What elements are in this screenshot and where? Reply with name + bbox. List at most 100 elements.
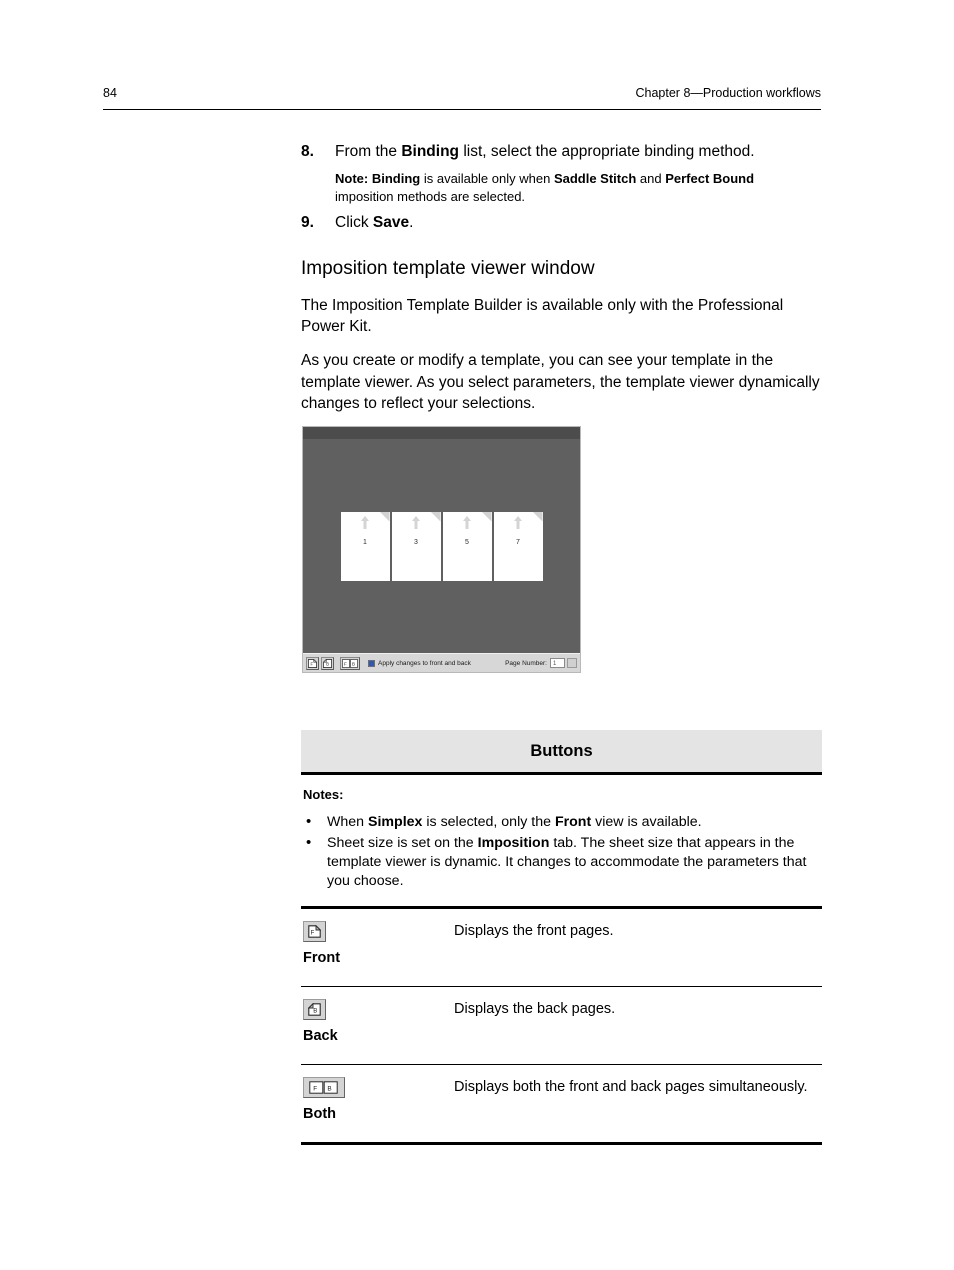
note-1-seg-2: is selected, only the [422,814,555,830]
button-cell: F Front [301,920,454,973]
note-1-seg-1: Simplex [368,814,423,830]
page-fold-corner-icon [379,511,390,522]
running-header: 84 Chapter 8—Production workflows [103,86,821,100]
page-number-control: Page Number: 1 [505,658,577,668]
page-number-input[interactable]: 1 [550,658,565,668]
svg-text:F: F [311,930,315,936]
step-8-seg-2: list, select the appropriate binding met… [459,143,755,160]
note-1-seg-0: When [327,814,369,830]
page-number: 84 [103,86,117,100]
header-divider [103,109,821,111]
step-8-note: Note: Binding is available only when Sad… [335,170,790,205]
step-9-seg-0: Click [335,213,373,231]
table-row: F B Both Displays both the front and bac… [301,1065,822,1145]
front-page-icon: F [308,924,321,938]
note-seg-4: and [636,171,666,187]
page-number-label: Page Number: [505,659,547,667]
button-label: Front [303,949,341,966]
notes-title: Notes: [303,787,344,802]
sheet-page-label: 5 [465,538,469,546]
orientation-up-arrow-icon [412,515,420,529]
svg-text:B: B [352,661,355,666]
apply-to-front-and-back-checkbox[interactable] [368,659,375,667]
button-description: Displays the back pages. [454,1000,616,1017]
body-content: 8. From the Binding list, select the app… [301,142,822,427]
back-button-icon-swatch[interactable]: B [303,998,326,1020]
button-description: Displays both the front and back pages s… [454,1078,808,1095]
sheet-thumbnail: 1 [340,511,390,581]
step-9-text: Click Save. [335,213,822,233]
note-item: When Simplex is selected, only the Front… [303,812,822,832]
note-term-saddle-stitch: Saddle Stitch [553,171,637,187]
back-page-icon: B [308,1002,321,1016]
note-prefix: Note: [335,171,372,187]
buttons-table-notes: Notes: When Simplex is selected, only th… [301,775,822,909]
step-9-seg-2: . [409,213,414,231]
note-item: Sheet size is set on the Imposition tab.… [303,833,822,891]
both-view-button[interactable]: F B [340,656,360,670]
button-cell: B Back [301,998,454,1051]
paragraph-2: As you create or modify a template, you … [301,352,820,412]
step-8: 8. From the Binding list, select the app… [301,142,822,162]
sheet-page-label: 1 [363,538,367,546]
orientation-up-arrow-icon [361,515,369,529]
viewer-canvas: 1 3 5 7 [303,439,580,653]
back-view-button[interactable]: B [321,656,334,670]
svg-text:B: B [326,661,329,666]
page-fold-corner-icon [430,511,441,522]
svg-text:F: F [313,1085,317,1092]
back-page-icon: B [323,658,332,668]
note-2-seg-1: Imposition [477,834,550,851]
front-page-icon: F [308,658,317,668]
both-button-icon-swatch[interactable]: F B [303,1076,345,1098]
note-2-seg-0: Sheet size is set on the [327,834,478,851]
sheet-thumbnail: 3 [391,511,441,581]
step-9-seg-1: Save [372,213,410,231]
front-button-icon-swatch[interactable]: F [303,920,326,942]
chapter-title: Chapter 8—Production workflows [635,86,822,100]
viewer-topbar [303,427,580,439]
viewer-toolbar: F B F B Apply changes to front and back … [303,653,580,672]
both-pages-icon: F B [342,658,358,668]
note-seg-2: is available only when [420,171,554,187]
section-heading: Imposition template viewer window [301,258,595,279]
paragraph-1: The Imposition Template Builder is avail… [301,296,784,336]
note-1-seg-3: Front [554,814,592,830]
step-9: 9. Click Save. [301,213,822,233]
both-pages-icon: F B [309,1080,338,1094]
step-8-number: 8. [301,143,314,160]
sheet-thumbnail: 5 [442,511,492,581]
note-term-binding: Binding [371,171,421,187]
sheet-page-label: 3 [414,538,418,546]
note-term-perfect-bound: Perfect Bound [665,171,755,187]
page-fold-corner-icon [481,511,492,522]
svg-text:F: F [344,661,347,666]
button-label: Back [303,1027,338,1044]
button-label: Both [303,1105,337,1122]
svg-text:B: B [327,1085,331,1092]
note-1-seg-4: view is available. [591,814,702,830]
notes-list: When Simplex is selected, only the Front… [303,812,822,891]
sheet-page-label: 7 [516,538,520,546]
table-row: B Back Displays the back pages. [301,987,822,1065]
step-8-text: From the Binding list, select the approp… [335,142,822,162]
buttons-reference-table: Buttons Notes: When Simplex is selected,… [301,730,822,1145]
page-fold-corner-icon [532,511,543,522]
buttons-table-heading: Buttons [301,730,822,775]
apply-to-front-and-back-label: Apply changes to front and back [378,659,471,667]
step-8-seg-0: From the [335,143,402,160]
button-cell: F B Both [301,1076,454,1129]
document-page: 84 Chapter 8—Production workflows 8. Fro… [0,0,954,1270]
sheet-thumbnail: 7 [493,511,543,581]
imposition-template-viewer-figure: 1 3 5 7 F B F B Apply changes to front a… [302,426,581,673]
orientation-up-arrow-icon [514,515,522,529]
step-8-seg-1: Binding [401,143,460,160]
front-view-button[interactable]: F [306,656,319,670]
page-number-spinner[interactable] [567,658,577,668]
step-9-number: 9. [301,213,314,231]
table-row: F Front Displays the front pages. [301,909,822,987]
svg-text:B: B [313,1008,317,1014]
orientation-up-arrow-icon [463,515,471,529]
button-description: Displays the front pages. [454,922,614,939]
note-seg-6: imposition methods are selected. [335,189,526,204]
